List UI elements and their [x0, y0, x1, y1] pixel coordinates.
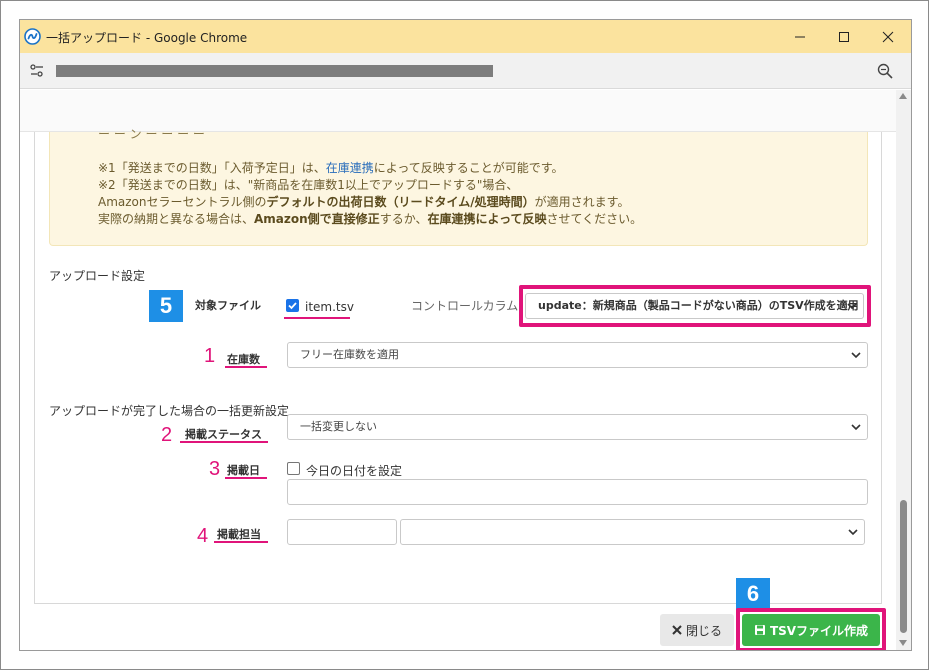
status-underline: [180, 441, 268, 443]
target-file-underline: [284, 317, 350, 319]
target-file-checkbox[interactable]: [286, 299, 299, 312]
checkmark-icon: [288, 302, 297, 310]
minimize-button[interactable]: [778, 20, 822, 53]
step-number-4: 4: [197, 525, 209, 547]
close-icon: [882, 31, 894, 42]
browser-window: 一括アップロード - Google Chrome ー ー ン ー ー ー ー ※…: [19, 19, 912, 651]
maximize-button[interactable]: [822, 20, 866, 53]
target-file-label: 対象ファイル: [195, 299, 261, 312]
modal-footer: 閉じる TSVファイル作成: [20, 608, 896, 650]
vertical-scrollbar[interactable]: [896, 90, 911, 650]
site-settings-icon[interactable]: [28, 62, 46, 80]
step-number-3: 3: [209, 458, 221, 480]
maximize-icon: [839, 31, 849, 42]
page-content: ー ー ン ー ー ー ー ※1「発送までの日数」「入荷予定日」は、在庫連携によ…: [20, 90, 896, 650]
close-icon: [672, 625, 682, 635]
stock-underline: [225, 366, 267, 368]
minimize-icon: [795, 36, 805, 37]
notice-cut-line: ー ー ン ー ー ー ー: [98, 127, 205, 141]
bulk-update-title: アップロードが完了した場合の一括更新設定: [49, 404, 290, 418]
zoom-icon[interactable]: [876, 62, 894, 80]
stock-label: 在庫数: [227, 353, 260, 366]
step-badge-6: 6: [736, 578, 770, 610]
chevron-down-icon: [847, 303, 857, 310]
close-button[interactable]: 閉じる: [660, 614, 734, 646]
save-icon: [754, 625, 765, 635]
target-file-value: item.tsv: [305, 300, 354, 314]
upload-settings-title: アップロード設定: [49, 269, 146, 283]
step-number-2: 2: [161, 424, 173, 446]
step-number-1: 1: [204, 345, 216, 367]
close-window-button[interactable]: [866, 20, 910, 53]
today-date-label: 今日の日付を設定: [306, 464, 403, 478]
stock-select[interactable]: フリー在庫数を適用: [287, 342, 868, 368]
control-column-select[interactable]: update：新規商品（製品コードがない商品）のTSV作成を適用: [525, 293, 864, 319]
scroll-up-arrow-icon[interactable]: [899, 93, 907, 99]
upload-form-panel: ー ー ン ー ー ー ー ※1「発送までの日数」「入荷予定日」は、在庫連携によ…: [34, 127, 882, 604]
notice-line-3: Amazonセラーセントラル側のデフォルトの出荷日数（リードタイム/処理時間）が…: [98, 195, 630, 209]
screenshot-frame: 一括アップロード - Google Chrome ー ー ン ー ー ー ー ※…: [0, 0, 929, 670]
chevron-down-icon: [848, 529, 858, 536]
scroll-thumb[interactable]: [900, 500, 907, 633]
status-label: 掲載ステータス: [185, 428, 262, 441]
inventory-link[interactable]: 在庫連携: [326, 161, 374, 175]
title-bar: 一括アップロード - Google Chrome: [20, 20, 911, 53]
notice-line-4: 実際の納期と異なる場合は、Amazon側で直接修正するか、在庫連携によって反映さ…: [98, 212, 643, 226]
owner-label: 掲載担当: [217, 528, 261, 541]
notice-box: ー ー ン ー ー ー ー ※1「発送までの日数」「入荷予定日」は、在庫連携によ…: [49, 127, 868, 246]
date-input[interactable]: [287, 479, 868, 505]
today-date-checkbox[interactable]: [287, 462, 300, 475]
window-title: 一括アップロード - Google Chrome: [46, 31, 248, 45]
step-badge-5: 5: [149, 290, 183, 322]
owner-select[interactable]: [400, 519, 865, 545]
notice-line-2: ※2「発送までの日数」は、"新商品を在庫数1以上でアップロードする"場合、: [98, 178, 519, 192]
date-label: 掲載日: [227, 464, 260, 477]
date-underline: [225, 477, 267, 479]
app-logo-icon: [24, 28, 41, 45]
url-field-redacted[interactable]: [56, 65, 493, 77]
chevron-down-icon: [851, 424, 861, 431]
control-column-label: コントロールカラム：: [411, 299, 531, 313]
owner-code-input[interactable]: [287, 519, 397, 545]
chevron-down-icon: [851, 352, 861, 359]
address-bar: [20, 53, 911, 89]
scroll-down-arrow-icon[interactable]: [899, 640, 907, 646]
notice-line-1: ※1「発送までの日数」「入荷予定日」は、在庫連携によって反映することが可能です。: [98, 161, 564, 175]
create-tsv-button[interactable]: TSVファイル作成: [742, 614, 880, 646]
status-select[interactable]: 一括変更しない: [287, 414, 868, 440]
owner-underline: [214, 541, 268, 543]
